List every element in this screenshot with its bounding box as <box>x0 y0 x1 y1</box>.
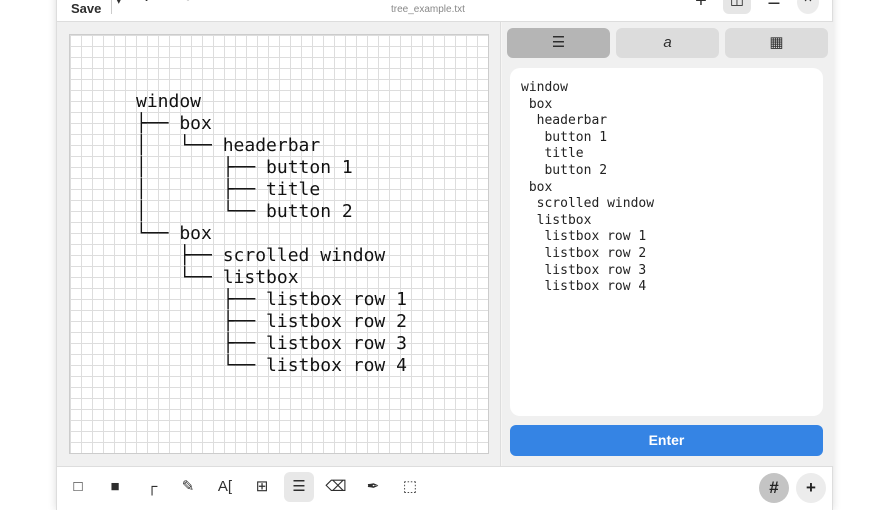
menu-icon[interactable]: ☰ <box>760 0 788 14</box>
redo-icon[interactable]: ↷ <box>179 0 192 8</box>
tree-drawing: window ├── box │ └── headerbar │ ├── but… <box>136 91 407 376</box>
tab-tree[interactable]: ☰ <box>507 28 610 58</box>
enter-button[interactable]: Enter <box>510 425 823 456</box>
undo-icon[interactable]: ↶ <box>143 0 156 8</box>
drawing-pane: window ├── box │ └── headerbar │ ├── but… <box>57 22 501 466</box>
filled-rectangle-tool-icon[interactable]: ■ <box>100 472 130 502</box>
close-icon[interactable]: × <box>797 0 819 14</box>
window-title: tree_example.txt <box>391 4 465 15</box>
header-bar: Save ▾ ↶ ↷ tree_example.txt + ◫ ☰ × <box>57 0 832 22</box>
picker-tool-icon[interactable]: ✒ <box>358 472 388 502</box>
side-panel: ☰ a ▦ window box headerbar button 1 titl… <box>502 22 834 466</box>
divider <box>111 0 112 14</box>
line-tool-icon[interactable]: ┌ <box>137 472 167 502</box>
grid-toggle-button[interactable]: # <box>759 473 789 503</box>
eraser-tool-icon[interactable]: ⌫ <box>321 472 351 502</box>
table-tool-icon[interactable]: ⊞ <box>247 472 277 502</box>
brush-tool-icon[interactable]: ✎ <box>173 472 203 502</box>
add-button[interactable]: + <box>796 473 826 503</box>
tab-text[interactable]: a <box>616 28 719 58</box>
view-toggle-icon[interactable]: ◫ <box>723 0 751 14</box>
rectangle-tool-icon[interactable]: □ <box>63 472 93 502</box>
select-tool-icon[interactable]: ⬚ <box>395 472 425 502</box>
tree-input[interactable]: window box headerbar button 1 title butt… <box>510 68 823 416</box>
bottom-toolbar: □ ■ ┌ ✎ A[ ⊞ ☰ ⌫ ✒ ⬚ # + <box>57 466 832 510</box>
save-button[interactable]: Save <box>71 1 101 16</box>
app-window: Save ▾ ↶ ↷ tree_example.txt + ◫ ☰ × wind… <box>56 0 834 510</box>
save-dropdown-icon[interactable]: ▾ <box>115 0 123 8</box>
text-tool-icon[interactable]: A[ <box>210 472 240 502</box>
grid-canvas[interactable]: window ├── box │ └── headerbar │ ├── but… <box>69 34 489 454</box>
add-icon[interactable]: + <box>687 0 715 14</box>
tab-table[interactable]: ▦ <box>725 28 828 58</box>
tree-tool-icon[interactable]: ☰ <box>284 472 314 502</box>
